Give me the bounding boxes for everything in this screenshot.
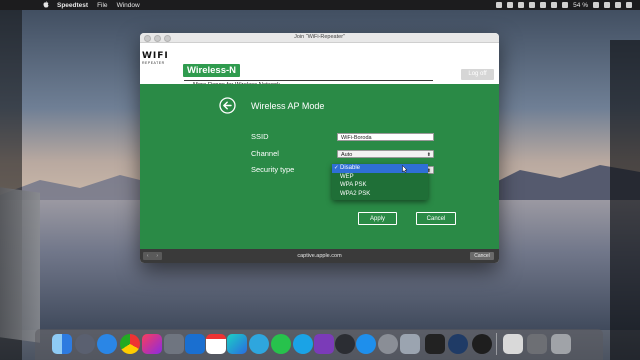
dock: [35, 329, 603, 360]
webstorm-icon[interactable]: [227, 334, 247, 354]
security-option-wpa-psk[interactable]: WPA PSK: [332, 181, 428, 190]
laptop-edge: [0, 187, 40, 343]
input-source-icon[interactable]: [604, 2, 610, 8]
security-type-label: Security type: [251, 165, 295, 174]
apple-icon[interactable]: [42, 0, 49, 10]
trash-icon[interactable]: [551, 334, 571, 354]
security-option-disable[interactable]: ✓ Disable: [332, 164, 428, 173]
preview-icon[interactable]: [400, 334, 420, 354]
apply-button[interactable]: Apply: [358, 212, 397, 225]
whatsapp-icon[interactable]: [271, 334, 291, 354]
security-option-wep[interactable]: WEP: [332, 173, 428, 182]
logo-text: WIFI: [142, 51, 169, 61]
menubar-file[interactable]: File: [97, 2, 107, 9]
mouse-cursor-icon: [402, 165, 408, 173]
footer-cancel-button[interactable]: Cancel: [470, 252, 494, 260]
window-title: Join “WiFi-Repeater”: [294, 34, 345, 40]
notification-center-icon[interactable]: [626, 2, 632, 8]
channel-select[interactable]: Auto ⬍: [337, 150, 434, 158]
back-arrow-icon[interactable]: [219, 97, 236, 114]
security-option-label: WEP: [340, 173, 354, 180]
calendar-icon[interactable]: [206, 334, 226, 354]
speedtest-icon[interactable]: [335, 334, 355, 354]
ssid-input[interactable]: WiFi-Boroda: [337, 133, 434, 141]
page-title: Wireless AP Mode: [251, 101, 325, 111]
footer-url: captive.apple.com: [297, 253, 342, 259]
screen-bezel-right: [610, 40, 640, 360]
display-icon[interactable]: [540, 2, 547, 8]
bluetooth-icon[interactable]: [551, 2, 558, 8]
battery-percent[interactable]: 54 %: [573, 2, 588, 9]
logo-subtext: REPEATER: [142, 61, 165, 65]
checkmark-icon: ✓: [334, 165, 339, 171]
channel-label: Channel: [251, 149, 279, 158]
battery-icon[interactable]: [593, 2, 599, 8]
shield-icon[interactable]: [518, 2, 525, 8]
cancel-button[interactable]: Cancel: [416, 212, 456, 225]
tasks-icon[interactable]: [293, 334, 313, 354]
security-option-label: WPA PSK: [340, 182, 367, 188]
select-arrows-icon: ⬍: [426, 152, 431, 158]
launchpad-icon[interactable]: [75, 334, 95, 354]
portal-header: WIFI REPEATER Wireless-N More Range for …: [140, 43, 499, 88]
dock-separator: [496, 333, 497, 355]
zoom-window-button[interactable]: [164, 35, 171, 42]
minimize-window-button[interactable]: [154, 35, 161, 42]
edge-icon[interactable]: [448, 334, 468, 354]
security-option-label: WPA2 PSK: [340, 190, 371, 197]
menubar-window[interactable]: Window: [117, 2, 140, 9]
speedtest-status-icon[interactable]: [507, 2, 514, 8]
logoff-button[interactable]: Log off: [461, 69, 494, 80]
window-titlebar: Join “WiFi-Repeater”: [140, 33, 499, 43]
traffic-lights: [144, 35, 171, 42]
cloud-icon[interactable]: [529, 2, 536, 8]
security-type-dropdown: ✓ Disable WEP WPA PSK WPA2 PSK: [332, 164, 428, 200]
portal-footer: ‹ › captive.apple.com Cancel: [140, 249, 499, 263]
ssid-label: SSID: [251, 132, 269, 141]
chrome-icon[interactable]: [120, 334, 140, 354]
outlook-icon[interactable]: [185, 334, 205, 354]
menubar-status-area: 54 %: [496, 0, 632, 10]
security-option-label: Disable: [340, 165, 361, 171]
wifi-icon[interactable]: [562, 2, 569, 8]
systemprefs-icon[interactable]: [378, 334, 398, 354]
security-option-wpa2-psk[interactable]: WPA2 PSK: [332, 190, 428, 199]
telegram-icon[interactable]: [249, 334, 269, 354]
finder-icon[interactable]: [52, 334, 72, 354]
terminal-icon[interactable]: [425, 334, 445, 354]
keychain-icon[interactable]: [164, 334, 184, 354]
menubar: Speedtest File Window 54 %: [0, 0, 640, 10]
spotlight-icon[interactable]: [615, 2, 621, 8]
appstore-icon[interactable]: [356, 334, 376, 354]
onenote-icon[interactable]: [314, 334, 334, 354]
intellij-icon[interactable]: [142, 334, 162, 354]
close-window-button[interactable]: [144, 35, 151, 42]
dropbox-icon[interactable]: [496, 2, 503, 8]
photos-icon[interactable]: [527, 334, 547, 354]
brand-badge: Wireless-N: [183, 64, 241, 77]
captive-portal-window: Join “WiFi-Repeater” WIFI REPEATER Wirel…: [140, 33, 499, 263]
channel-select-value: Auto: [341, 152, 353, 158]
menubar-app-name[interactable]: Speedtest: [57, 2, 88, 9]
safari-icon[interactable]: [97, 334, 117, 354]
portal-content: Wireless AP Mode SSID WiFi-Boroda Channe…: [140, 84, 499, 249]
activity-monitor-icon[interactable]: [472, 334, 492, 354]
wifi-repeater-logo: WIFI REPEATER: [142, 51, 180, 77]
screenshot-icon[interactable]: [503, 334, 523, 354]
